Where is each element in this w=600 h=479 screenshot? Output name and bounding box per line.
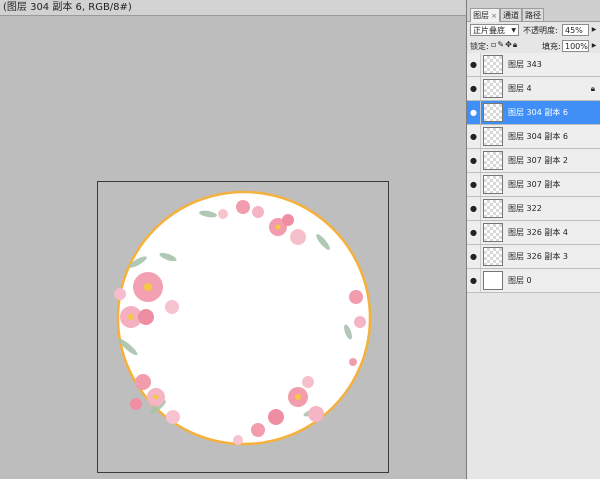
layer-thumbnail — [483, 223, 503, 242]
layer-thumbnail — [483, 199, 503, 218]
fill-value: 100% — [565, 42, 588, 51]
blend-row: 正片叠底 ▼ 不透明度: 45% ▶ — [467, 23, 600, 37]
eye-icon[interactable]: ● — [470, 180, 479, 189]
layer-name: 图层 343 — [508, 60, 542, 69]
layer-row[interactable]: ● 图层 0 — [467, 269, 600, 293]
lock-all-icon[interactable]: 🔒︎ — [513, 40, 518, 49]
layer-thumbnail — [483, 55, 503, 74]
eye-icon[interactable]: ● — [470, 228, 479, 237]
close-icon[interactable]: × — [491, 12, 497, 20]
tab-paths[interactable]: 路径 — [522, 8, 544, 21]
layer-row[interactable]: ● 图层 304 副本 6 — [467, 125, 600, 149]
tab-paths-label: 路径 — [525, 11, 541, 20]
fill-label: 填充: — [542, 42, 561, 51]
eye-icon[interactable]: ● — [470, 132, 479, 141]
layer-name: 图层 304 副本 6 — [508, 108, 568, 117]
layers-panel: 图层 × 通道 路径 正片叠底 ▼ 不透明度: 45% ▶ 锁定: ▫✎✥🔒︎ 填… — [466, 0, 600, 479]
lock-move-icon[interactable]: ✥ — [505, 40, 513, 49]
layer-thumbnail — [483, 247, 503, 266]
layer-list: ● 图层 343 ● 图层 4 🔒︎ ● 图层 304 副本 6 ● 图层 30… — [467, 53, 600, 479]
eye-icon[interactable]: ● — [470, 276, 479, 285]
layer-name: 图层 326 副本 3 — [508, 252, 568, 261]
tab-channels-label: 通道 — [503, 11, 519, 20]
lock-brush-icon[interactable]: ✎ — [497, 40, 505, 49]
fill-input[interactable]: 100% — [562, 40, 589, 52]
tab-channels[interactable]: 通道 — [500, 8, 522, 21]
layer-thumbnail — [483, 151, 503, 170]
lock-label: 锁定: — [470, 42, 489, 51]
opacity-label: 不透明度: — [523, 26, 558, 35]
layer-row[interactable]: ● 图层 322 — [467, 197, 600, 221]
eye-icon[interactable]: ● — [470, 84, 479, 93]
panel-tabs: 图层 × 通道 路径 — [467, 0, 600, 22]
layer-thumbnail — [483, 175, 503, 194]
layer-row[interactable]: ● 图层 343 — [467, 53, 600, 77]
layer-row[interactable]: ● 图层 326 副本 4 — [467, 221, 600, 245]
document-title: (图层 304 副本 6, RGB/8#) — [0, 0, 466, 16]
blend-mode-select[interactable]: 正片叠底 ▼ — [470, 24, 519, 36]
layer-name: 图层 4 — [508, 84, 532, 93]
layer-row[interactable]: ● 图层 307 副本 2 — [467, 149, 600, 173]
lock-options[interactable]: ▫✎✥🔒︎ — [491, 40, 518, 50]
floral-circle-artwork — [114, 190, 372, 446]
layer-row-selected[interactable]: ● 图层 304 副本 6 — [467, 101, 600, 125]
layer-name: 图层 322 — [508, 204, 542, 213]
eye-icon[interactable]: ● — [470, 108, 479, 117]
tab-layers-label: 图层 — [473, 11, 490, 20]
layer-row[interactable]: ● 图层 326 副本 3 — [467, 245, 600, 269]
layer-thumbnail — [483, 127, 503, 146]
tab-layers[interactable]: 图层 × — [470, 8, 500, 22]
opacity-input[interactable]: 45% — [562, 24, 589, 36]
eye-icon[interactable]: ● — [470, 252, 479, 261]
lock-row: 锁定: ▫✎✥🔒︎ 填充: 100% ▶ — [467, 39, 600, 54]
layer-name: 图层 307 副本 2 — [508, 156, 568, 165]
layer-row[interactable]: ● 图层 307 副本 — [467, 173, 600, 197]
layer-name: 图层 304 副本 6 — [508, 132, 568, 141]
canvas-area[interactable] — [0, 17, 466, 479]
opacity-slider-arrow-icon[interactable]: ▶ — [590, 24, 598, 36]
layer-name: 图层 307 副本 — [508, 180, 561, 189]
document-canvas[interactable] — [97, 181, 389, 473]
layer-name: 图层 326 副本 4 — [508, 228, 568, 237]
eye-icon[interactable]: ● — [470, 156, 479, 165]
layer-thumbnail — [483, 79, 503, 98]
chevron-down-icon: ▼ — [511, 27, 516, 34]
opacity-value: 45% — [565, 26, 583, 35]
layer-thumbnail — [483, 271, 503, 290]
eye-icon[interactable]: ● — [470, 60, 479, 69]
blend-mode-value: 正片叠底 — [473, 26, 505, 35]
lock-icon: 🔒︎ — [590, 84, 595, 93]
layer-name: 图层 0 — [508, 276, 532, 285]
fill-slider-arrow-icon[interactable]: ▶ — [590, 40, 598, 52]
layer-thumbnail — [483, 103, 503, 122]
eye-icon[interactable]: ● — [470, 204, 479, 213]
layer-row[interactable]: ● 图层 4 🔒︎ — [467, 77, 600, 101]
